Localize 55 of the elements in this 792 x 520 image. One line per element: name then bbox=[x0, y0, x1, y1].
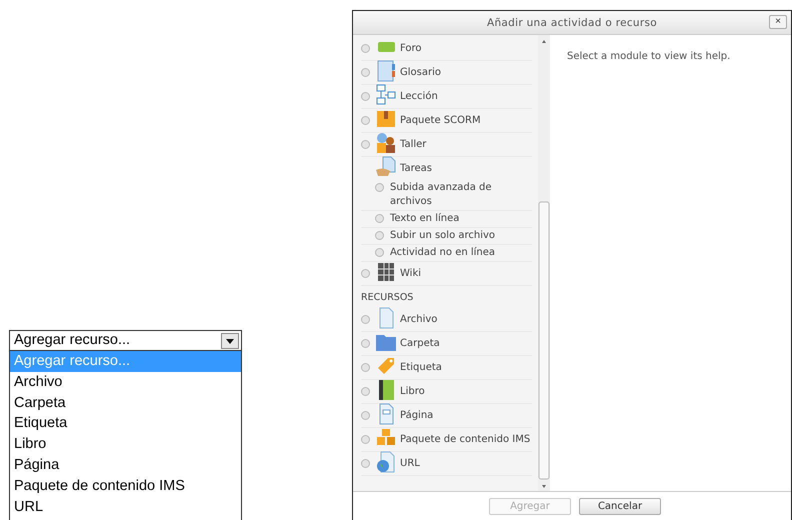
help-text: Select a module to view its help. bbox=[566, 50, 732, 64]
package-icon bbox=[375, 108, 397, 130]
radio-button[interactable] bbox=[375, 248, 384, 257]
radio-button[interactable] bbox=[361, 269, 370, 278]
hand-document-icon bbox=[375, 156, 397, 178]
dropdown-option[interactable]: URL bbox=[10, 496, 241, 518]
dialog-title: Añadir una actividad o recurso bbox=[486, 16, 657, 28]
radio-button[interactable] bbox=[361, 435, 370, 444]
module-label: Subida avanzada de archivos bbox=[390, 181, 493, 209]
module-label: Libro bbox=[400, 386, 425, 397]
dictionary-icon bbox=[375, 60, 397, 82]
radio-button[interactable] bbox=[361, 363, 370, 372]
module-label: Archivo bbox=[400, 314, 438, 325]
radio-button[interactable] bbox=[361, 44, 370, 53]
module-label: Página bbox=[400, 410, 434, 421]
radio-button[interactable] bbox=[361, 92, 370, 101]
radio-button[interactable] bbox=[375, 183, 384, 192]
radio-button[interactable] bbox=[361, 387, 370, 396]
dialog-button[interactable]: Cancelar bbox=[579, 498, 661, 514]
radio-button[interactable] bbox=[375, 214, 384, 223]
flowchart-icon bbox=[375, 84, 397, 106]
radio-button[interactable] bbox=[375, 231, 384, 240]
module-label: Texto en línea bbox=[390, 212, 460, 226]
module-label: Paquete de contenido IMS bbox=[400, 434, 530, 445]
radio-button[interactable] bbox=[361, 459, 370, 468]
module-label: Tareas bbox=[400, 163, 432, 174]
dropdown-option[interactable]: Libro bbox=[10, 434, 241, 455]
module-label: URL bbox=[400, 458, 420, 469]
module-label: Paquete SCORM bbox=[400, 115, 481, 126]
module-label: Lección bbox=[400, 91, 438, 102]
radio-button[interactable] bbox=[361, 339, 370, 348]
module-label: Actividad no en línea bbox=[390, 246, 496, 260]
dropdown-option[interactable]: Archivo bbox=[10, 372, 241, 393]
module-label: Subir un solo archivo bbox=[390, 229, 496, 243]
close-button[interactable]: × bbox=[769, 15, 787, 29]
globe-document-icon bbox=[375, 451, 397, 473]
dropdown-option[interactable]: Página bbox=[10, 454, 241, 476]
radio-button[interactable] bbox=[361, 315, 370, 324]
resource-dropdown[interactable]: Agregar recurso... bbox=[9, 330, 242, 351]
module-label: Carpeta bbox=[400, 338, 440, 349]
module-label: Foro bbox=[400, 43, 422, 54]
dropdown-option[interactable]: Paquete de contenido IMS bbox=[10, 476, 241, 497]
section-heading: RECURSOS bbox=[361, 291, 414, 305]
people-icon bbox=[375, 132, 397, 154]
module-label: Wiki bbox=[400, 268, 422, 279]
scrollbar[interactable] bbox=[538, 35, 550, 494]
module-label: Taller bbox=[400, 139, 426, 150]
dropdown-option[interactable]: Carpeta bbox=[10, 392, 241, 414]
radio-button[interactable] bbox=[361, 411, 370, 420]
radio-button[interactable] bbox=[361, 116, 370, 125]
module-label: Glosario bbox=[400, 67, 441, 78]
dropdown-option[interactable]: Etiqueta bbox=[10, 413, 241, 434]
radio-button[interactable] bbox=[361, 140, 370, 149]
radio-button[interactable] bbox=[361, 68, 370, 77]
module-label: Etiqueta bbox=[400, 362, 442, 373]
